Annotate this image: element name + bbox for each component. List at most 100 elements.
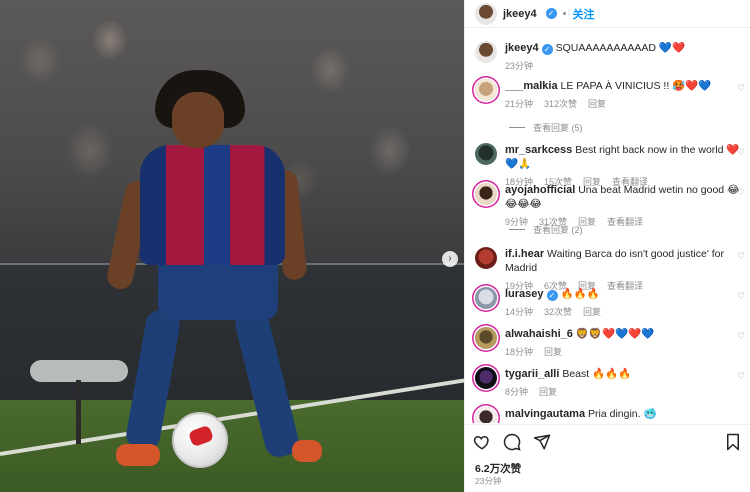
comment-username[interactable]: alwahaishi_6 (505, 328, 573, 340)
comment-text: alwahaishi_6 🦁🦁❤️💙❤️💙 (505, 327, 745, 341)
comment-body: alwahaishi_6 🦁🦁❤️💙❤️💙 18分钟 回复 (505, 327, 745, 358)
comment-emojis: 🥶 (643, 408, 657, 420)
avatar[interactable] (475, 407, 497, 423)
player-left-boot (116, 444, 160, 466)
comment-body: if.i.hear Waiting Barca do isn't good ju… (505, 247, 745, 292)
avatar[interactable] (475, 143, 497, 165)
comment-emojis: 🔥🔥🔥 (592, 368, 632, 380)
comment-meta: 21分钟 312次赞 回复 (505, 97, 745, 110)
comments-list[interactable]: jkeey4 ✓ SQUAAAAAAAAAAD 💙❤️ 23分钟 ___malki… (465, 29, 750, 423)
verified-badge-icon: ✓ (541, 44, 553, 55)
avatar[interactable] (475, 367, 497, 389)
replies-divider (509, 127, 525, 128)
heart-small-icon[interactable]: ♡ (737, 331, 745, 342)
comment-text: if.i.hear Waiting Barca do isn't good ju… (505, 247, 745, 275)
comment-body: malvingautama Pria dingin. 🥶 (505, 407, 745, 423)
caption-username[interactable]: jkeey4 (505, 42, 539, 54)
post-photo[interactable]: › (0, 0, 464, 492)
avatar[interactable] (475, 41, 497, 63)
view-replies-button[interactable]: 查看回复 (2) (509, 223, 583, 236)
comment-body: ayojahofficial Una beat Madrid wetin no … (505, 183, 745, 228)
comment-text: jkeey4 ✓ SQUAAAAAAAAAAD 💙❤️ (505, 41, 745, 55)
comment-likes[interactable]: 32次赞 (544, 305, 572, 318)
comment-text: Best right back now in the world (575, 144, 724, 156)
player-shorts (158, 260, 278, 320)
heart-outline-icon[interactable] (473, 433, 491, 456)
comment-text: Pria dingin. (588, 408, 641, 420)
avatar[interactable] (475, 287, 497, 309)
heart-small-icon[interactable]: ♡ (737, 83, 745, 94)
comment-time: 18分钟 (505, 347, 534, 357)
bookmark-icon[interactable] (725, 433, 741, 456)
comment-username[interactable]: ayojahofficial (505, 184, 575, 196)
avatar[interactable] (475, 327, 497, 349)
comment-username[interactable]: malvingautama (505, 408, 585, 420)
comment-likes[interactable]: 312次赞 (544, 97, 577, 110)
reply-button[interactable]: 回复 (544, 345, 562, 358)
reply-button[interactable]: 回复 (588, 97, 606, 110)
comment-time: 21分钟 (505, 99, 534, 109)
avatar[interactable] (475, 247, 497, 269)
reply-button[interactable]: 回复 (539, 385, 557, 398)
comment-text: Una beat Madrid wetin no good (578, 184, 725, 196)
paper-plane-icon[interactable] (533, 433, 551, 456)
comment-text: LE PAPA À VINICIUS !! (560, 80, 670, 92)
verified-badge-icon: ✓ (546, 290, 558, 301)
comment-bubble-icon[interactable] (503, 433, 521, 456)
comment-item: ayojahofficial Una beat Madrid wetin no … (475, 183, 745, 228)
comment-item: mr_sarkcess Best right back now in the w… (475, 143, 745, 188)
caption-text: SQUAAAAAAAAAAD (555, 42, 656, 54)
comment-meta: 14分钟 32次赞 回复 (505, 305, 745, 318)
heart-small-icon[interactable]: ♡ (737, 371, 745, 382)
comment-body: lurasey ✓ 🔥🔥🔥 14分钟 32次赞 回复 (505, 287, 745, 318)
follow-button[interactable]: 关注 (573, 6, 595, 22)
comment-item: alwahaishi_6 🦁🦁❤️💙❤️💙 18分钟 回复 ♡ (475, 327, 745, 358)
comment-meta: 8分钟 回复 (505, 385, 745, 398)
chevron-right-icon[interactable]: › (442, 251, 458, 267)
comment-time: 14分钟 (505, 307, 534, 317)
comment-item: malvingautama Pria dingin. 🥶 (475, 407, 745, 423)
reply-button[interactable]: 回复 (583, 305, 601, 318)
comment-username[interactable]: ___malkia (505, 80, 558, 92)
post-side-panel: jkeey4 ✓ • 关注 jkeey4 ✓ SQUAAAAAAAAAAD 💙❤️… (464, 0, 750, 492)
football (172, 412, 228, 468)
comment-item: ___malkia LE PAPA À VINICIUS !! 🥵❤️💙 21分… (475, 79, 745, 110)
comment-username[interactable]: mr_sarkcess (505, 144, 572, 156)
avatar[interactable] (475, 2, 497, 25)
comment-text: mr_sarkcess Best right back now in the w… (505, 143, 745, 171)
act-row (473, 433, 551, 456)
comment-item: if.i.hear Waiting Barca do isn't good ju… (475, 247, 745, 292)
football-player (104, 70, 322, 470)
view-replies-label[interactable]: 查看回复 (2) (533, 223, 583, 236)
replies-divider (509, 229, 525, 230)
comment-body: mr_sarkcess Best right back now in the w… (505, 143, 745, 188)
comment-body: ___malkia LE PAPA À VINICIUS !! 🥵❤️💙 21分… (505, 79, 745, 110)
caption-emojis: 💙❤️ (658, 42, 686, 54)
like-count[interactable]: 6.2万次赞 (475, 461, 521, 476)
post-header: jkeey4 ✓ • 关注 (465, 0, 750, 28)
comment-username[interactable]: if.i.hear (505, 248, 544, 260)
comment-text: ayojahofficial Una beat Madrid wetin no … (505, 183, 745, 211)
player-right-leg (232, 306, 302, 460)
view-replies-label[interactable]: 查看回复 (5) (533, 121, 583, 134)
heart-small-icon[interactable]: ♡ (737, 251, 745, 262)
caption-time: 23分钟 (505, 61, 534, 71)
author-username[interactable]: jkeey4 (503, 8, 537, 20)
separator-dot: • (562, 7, 567, 20)
heart-small-icon[interactable]: ♡ (737, 147, 745, 158)
view-replies-button[interactable]: 查看回复 (5) (509, 121, 583, 134)
player-right-boot (292, 440, 322, 462)
post-time: 23分钟 (475, 476, 502, 486)
translate-button[interactable]: 查看翻译 (607, 215, 643, 228)
comment-item: tygarii_alli Beast 🔥🔥🔥 8分钟 回复 ♡ (475, 367, 745, 398)
comment-text: tygarii_alli Beast 🔥🔥🔥 (505, 367, 745, 381)
heart-small-icon[interactable]: ♡ (737, 187, 745, 198)
verified-badge-icon: ✓ (545, 8, 557, 19)
comment-username[interactable]: lurasey (505, 288, 544, 300)
comment-body: jkeey4 ✓ SQUAAAAAAAAAAD 💙❤️ 23分钟 (505, 41, 745, 72)
comment-username[interactable]: tygarii_alli (505, 368, 559, 380)
avatar[interactable] (475, 183, 497, 205)
comment-meta: 18分钟 回复 (505, 345, 745, 358)
avatar[interactable] (475, 79, 497, 101)
heart-small-icon[interactable]: ♡ (737, 291, 745, 302)
